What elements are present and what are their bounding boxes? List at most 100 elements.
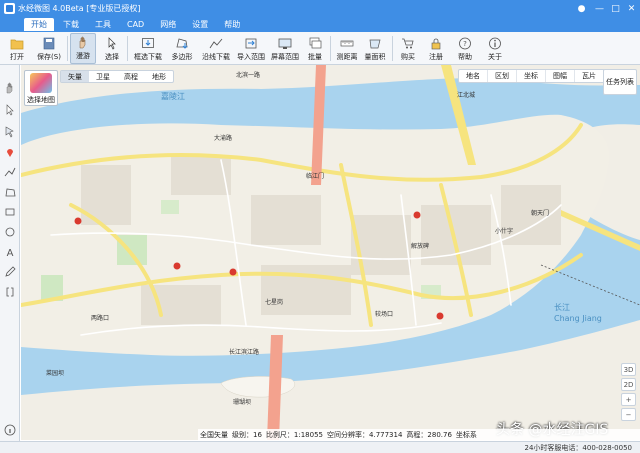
measure-area-button[interactable]: 量面积 — [362, 33, 388, 64]
select-button[interactable]: 选择 — [100, 33, 124, 64]
map-label-dayang: 大渝路 — [214, 134, 232, 142]
menu-start[interactable]: 开始 — [24, 18, 54, 31]
import-range-button[interactable]: 导入范围 — [234, 33, 268, 64]
roam-button[interactable]: 漫游 — [70, 33, 96, 64]
map-label-jiaochangkou: 较场口 — [375, 310, 393, 318]
maximize-icon[interactable]: □ — [608, 0, 623, 17]
toolbar-separator — [392, 36, 393, 61]
menu-settings[interactable]: 设置 — [185, 18, 215, 31]
service-phone: 24小时客服电话：400-028-0050 — [524, 444, 633, 452]
info-icon — [489, 37, 501, 50]
toolbar-separator — [330, 36, 331, 61]
menu-bar: 开始 下载 工具 CAD 网络 设置 帮助 — [0, 17, 640, 32]
hand-icon — [79, 36, 86, 49]
map-type-terrain[interactable]: 地形 — [145, 71, 173, 82]
map-label-yangtze: 长江 — [554, 302, 570, 312]
polygon-icon[interactable] — [3, 185, 17, 199]
menu-cad[interactable]: CAD — [120, 19, 151, 30]
circle-icon[interactable] — [3, 225, 17, 239]
bottom-bar: 24小时客服电话：400-028-0050 — [0, 441, 640, 453]
buy-button[interactable]: 购买 — [396, 33, 420, 64]
line-icon[interactable] — [3, 165, 17, 179]
map-label-xiaoshizi: 小什字 — [495, 227, 513, 235]
screen-range-label: 屏幕范围 — [271, 53, 299, 61]
area-icon — [369, 39, 381, 49]
map-status-bar: 全国矢量 级别：16 比例尺：1:18055 空间分辨率：4.777314 高程… — [198, 429, 640, 441]
toolbar-separator — [127, 36, 128, 61]
map-type-switcher: 矢量 卫星 高程 地形 — [60, 70, 174, 83]
line-download-button[interactable]: 沿线下载 — [199, 33, 233, 64]
select-arrow-icon[interactable] — [3, 125, 17, 139]
save-button[interactable]: 保存(S) — [34, 33, 64, 64]
option-districts[interactable]: 区划 — [488, 70, 517, 82]
measure-distance-button[interactable]: 测距离 — [334, 33, 360, 64]
svg-text:A: A — [7, 248, 14, 258]
layer-selector-panel[interactable]: 选择地图 — [24, 70, 58, 106]
layer-selector-label: 选择地图 — [27, 96, 55, 104]
menu-network[interactable]: 网络 — [153, 18, 183, 31]
register-label: 注册 — [429, 53, 443, 61]
zoom-out-button[interactable]: − — [621, 408, 636, 421]
view-3d-button[interactable]: 3D — [621, 363, 636, 376]
close-icon[interactable]: ✕ — [624, 0, 639, 17]
polygon-label: 多边形 — [171, 53, 193, 61]
polygon-button[interactable]: 多边形 — [167, 33, 197, 64]
map-type-vector[interactable]: 矢量 — [61, 71, 89, 82]
option-place-names[interactable]: 地名 — [459, 70, 488, 82]
map-label-shanhuba: 珊瑚坝 — [233, 398, 251, 406]
polyline-icon — [209, 38, 223, 49]
polygon-icon — [176, 38, 188, 49]
cart-icon — [402, 38, 414, 49]
import-range-label: 导入范围 — [237, 53, 265, 61]
bracket-icon[interactable] — [3, 285, 17, 299]
map-label-jialing: 嘉陵江 — [161, 91, 185, 101]
rectangle-icon[interactable] — [3, 205, 17, 219]
minimize-icon[interactable]: — — [592, 0, 607, 17]
screen-range-button[interactable]: 屏幕范围 — [268, 33, 302, 64]
import-icon — [245, 38, 257, 49]
box-download-button[interactable]: 框选下载 — [131, 33, 165, 64]
option-map-sheets[interactable]: 图幅 — [546, 70, 575, 82]
cursor-icon[interactable] — [3, 103, 17, 117]
save-label: 保存(S) — [37, 53, 61, 61]
measure-distance-label: 测距离 — [336, 53, 358, 61]
info-icon[interactable] — [3, 423, 17, 437]
status-scale: 比例尺：1:18055 — [265, 431, 324, 439]
map-label-jiangbei: 江北城 — [457, 91, 475, 99]
menu-help[interactable]: 帮助 — [217, 18, 247, 31]
minus-icon: − — [625, 410, 632, 419]
help-button[interactable]: ? 帮助 — [453, 33, 477, 64]
map-view[interactable]: 北滨一路 江北城 大渝路 临江门 解放碑 朝天门 小什字 较场口 七星岗 两路口… — [21, 65, 640, 440]
map-type-elevation[interactable]: 高程 — [117, 71, 145, 82]
menu-download[interactable]: 下载 — [56, 18, 86, 31]
zoom-in-button[interactable]: + — [621, 393, 636, 406]
map-label-north-road: 北滨一路 — [236, 71, 260, 79]
menu-tools[interactable]: 工具 — [88, 18, 118, 31]
help-label: 帮助 — [458, 53, 472, 61]
task-list-button[interactable]: 任务列表 — [603, 69, 637, 95]
edit-icon[interactable] — [3, 265, 17, 279]
open-label: 打开 — [10, 53, 24, 61]
map-canvas[interactable]: 北滨一路 江北城 大渝路 临江门 解放碑 朝天门 小什字 较场口 七星岗 两路口… — [21, 65, 640, 440]
roam-label: 漫游 — [76, 52, 90, 60]
register-button[interactable]: 注册 — [424, 33, 448, 64]
map-label-jiefangbei: 解放碑 — [411, 242, 429, 250]
batch-button[interactable]: 批量 — [304, 33, 326, 64]
open-button[interactable]: 打开 — [4, 33, 30, 64]
batch-label: 批量 — [308, 53, 322, 61]
box-download-icon — [142, 38, 154, 48]
user-icon[interactable]: ● — [574, 0, 589, 17]
map-type-satellite[interactable]: 卫星 — [89, 71, 117, 82]
option-tiles[interactable]: 瓦片 — [575, 70, 604, 82]
about-label: 关于 — [488, 53, 502, 61]
about-button[interactable]: 关于 — [483, 33, 507, 64]
toolbar-separator — [67, 36, 68, 61]
map-label-caiyuanba: 菜园坝 — [46, 369, 64, 377]
text-icon[interactable]: A — [3, 245, 17, 259]
marker-icon[interactable] — [3, 145, 17, 159]
view-2d-button[interactable]: 2D — [621, 378, 636, 391]
layer-thumbnail — [30, 73, 52, 93]
main-toolbar: 打开 保存(S) 漫游 选择 框选下载 多边形 沿线下载 导入范围 屏幕范围 批… — [0, 32, 640, 65]
hand-icon[interactable] — [3, 81, 17, 95]
option-coordinates[interactable]: 坐标 — [517, 70, 546, 82]
